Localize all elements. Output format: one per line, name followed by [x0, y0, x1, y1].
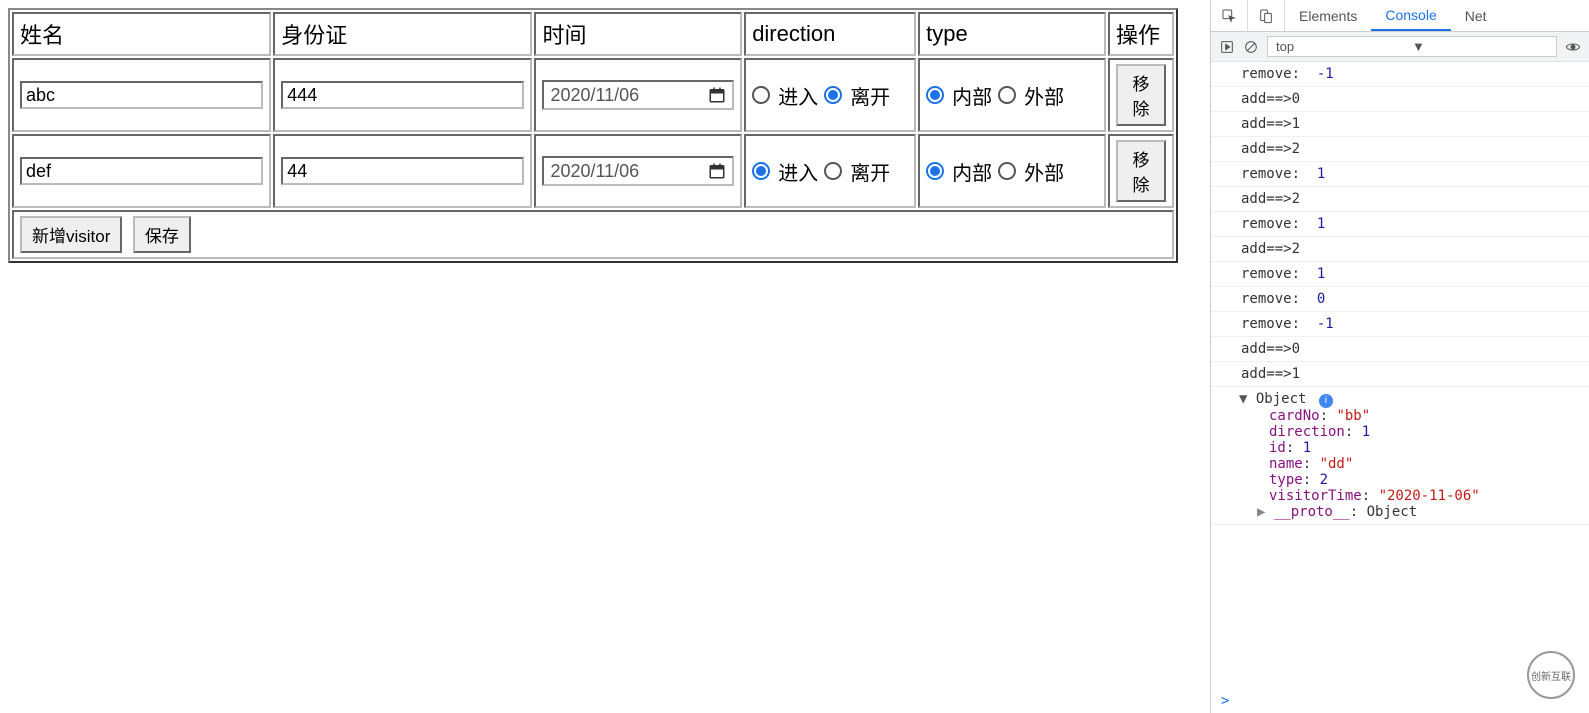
header-row: 姓名 身份证 时间 direction type 操作 [12, 12, 1174, 56]
radio-external[interactable] [998, 162, 1016, 180]
name-input[interactable] [20, 81, 263, 109]
console-log: remove: 0 [1211, 287, 1589, 312]
date-input[interactable]: 2020/11/06 [542, 80, 734, 110]
radio-internal[interactable] [926, 162, 944, 180]
console-log: add==>2 [1211, 187, 1589, 212]
console-log: add==>1 [1211, 112, 1589, 137]
devtools-panel: Elements Console Net top ▼ remove: -1add… [1210, 0, 1589, 713]
header-op: 操作 [1108, 12, 1174, 56]
chevron-down-icon: ▼ [1412, 39, 1548, 54]
type-group: 内部 外部 [926, 157, 1098, 186]
radio-leave[interactable] [824, 162, 842, 180]
eye-icon[interactable] [1565, 39, 1581, 55]
header-name: 姓名 [12, 12, 271, 56]
console-log: add==>0 [1211, 87, 1589, 112]
header-direction: direction [744, 12, 916, 56]
console-log: remove: 1 [1211, 162, 1589, 187]
console-log: remove: 1 [1211, 262, 1589, 287]
tab-network[interactable]: Net [1451, 0, 1501, 31]
console-object[interactable]: Object icardNo: "bb"direction: 1id: 1nam… [1211, 387, 1589, 525]
header-type: type [918, 12, 1106, 56]
console-log: add==>0 [1211, 337, 1589, 362]
name-input[interactable] [20, 157, 263, 185]
console-log: add==>2 [1211, 237, 1589, 262]
console-log: add==>1 [1211, 362, 1589, 387]
header-card: 身份证 [273, 12, 532, 56]
table-row: 2020/11/06 进入 离开 内部 外部 移除 [12, 58, 1174, 132]
card-input[interactable] [281, 157, 524, 185]
radio-external[interactable] [998, 86, 1016, 104]
radio-leave[interactable] [824, 86, 842, 104]
header-time: 时间 [534, 12, 742, 56]
console-log: remove: -1 [1211, 62, 1589, 87]
inspect-icon[interactable] [1221, 8, 1237, 24]
date-input[interactable]: 2020/11/06 [542, 156, 734, 186]
context-selector[interactable]: top ▼ [1267, 36, 1557, 57]
footer-row: 新增visitor 保存 [12, 210, 1174, 259]
clear-icon[interactable] [1243, 39, 1259, 55]
console-prompt[interactable]: > [1211, 689, 1589, 713]
direction-group: 进入 离开 [752, 157, 908, 186]
card-input[interactable] [281, 81, 524, 109]
console-log: remove: 1 [1211, 212, 1589, 237]
add-visitor-button[interactable]: 新增visitor [20, 216, 122, 253]
device-icon[interactable] [1258, 8, 1274, 24]
console-log: remove: -1 [1211, 312, 1589, 337]
save-button[interactable]: 保存 [133, 216, 191, 253]
calendar-icon [708, 86, 726, 104]
watermark-logo: 创新互联 [1527, 651, 1575, 699]
radio-enter[interactable] [752, 86, 770, 104]
radio-internal[interactable] [926, 86, 944, 104]
console-output[interactable]: remove: -1add==>0add==>1add==>2remove: 1… [1211, 62, 1589, 689]
remove-button[interactable]: 移除 [1116, 64, 1166, 126]
visitor-table: 姓名 身份证 时间 direction type 操作 2020/11/06 [8, 8, 1178, 263]
type-group: 内部 外部 [926, 81, 1098, 110]
direction-group: 进入 离开 [752, 81, 908, 110]
table-row: 2020/11/06 进入 离开 内部 外部 移除 [12, 134, 1174, 208]
tab-console[interactable]: Console [1371, 0, 1450, 31]
tab-elements[interactable]: Elements [1285, 0, 1371, 31]
devtools-tabs: Elements Console Net [1211, 0, 1589, 32]
calendar-icon [708, 162, 726, 180]
console-toolbar: top ▼ [1211, 32, 1589, 62]
play-icon[interactable] [1219, 39, 1235, 55]
radio-enter[interactable] [752, 162, 770, 180]
remove-button[interactable]: 移除 [1116, 140, 1166, 202]
console-log: add==>2 [1211, 137, 1589, 162]
